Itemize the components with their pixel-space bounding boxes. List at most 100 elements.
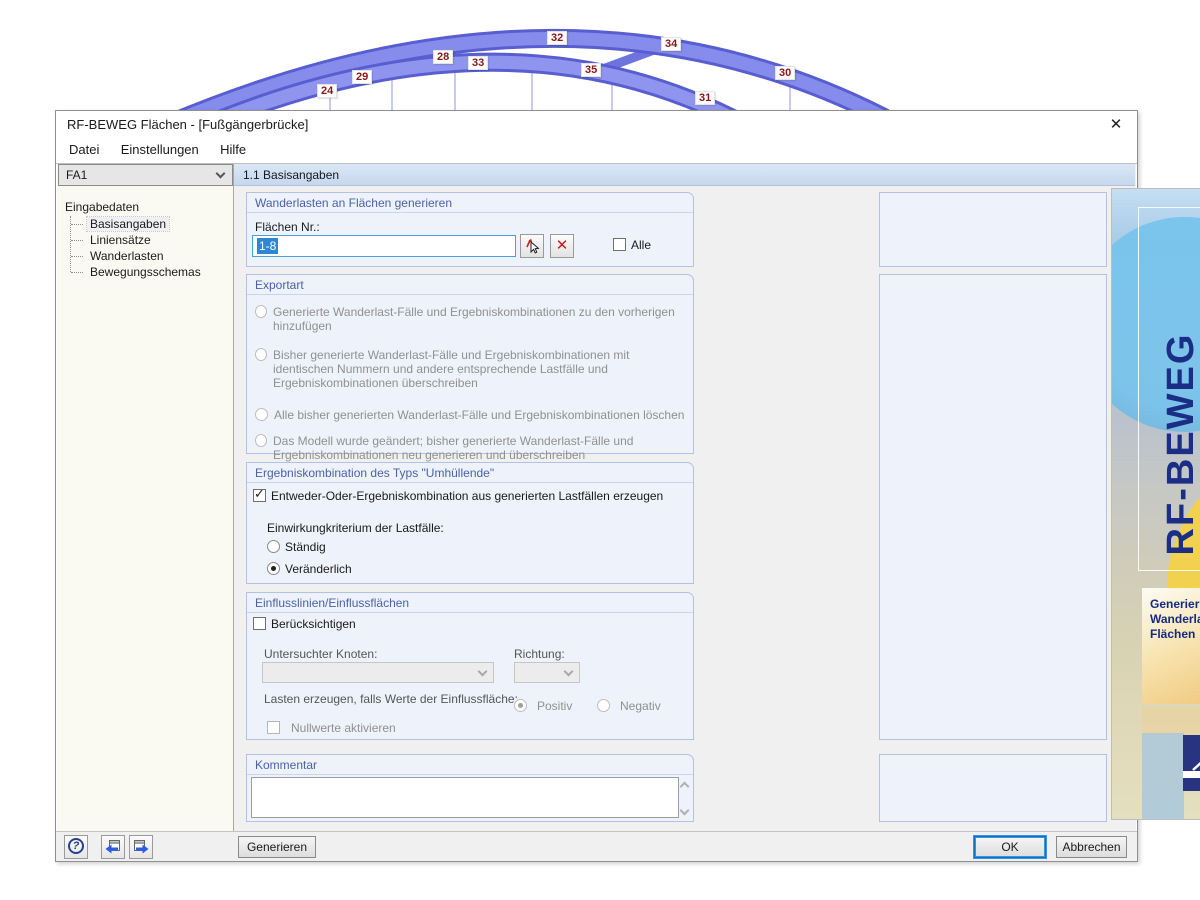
menubar: Datei Einstellungen Hilfe [56, 137, 1137, 163]
all-label: Alle [631, 238, 651, 252]
clear-surfaces-button[interactable]: ✕ [550, 234, 574, 258]
menu-datei[interactable]: Datei [60, 137, 108, 163]
envelope-checkbox-label: Entweder-Oder-Ergebniskombination aus ge… [271, 489, 663, 503]
window-title: RF-BEWEG Flächen - [Fußgängerbrücke] [67, 117, 308, 132]
option-positive: Positiv [514, 699, 572, 713]
tree-root-eingabedaten[interactable]: Eingabedaten [65, 198, 233, 216]
examined-node-dropdown [262, 662, 494, 683]
dialog-footer: ? Generieren OK Abbrechen [56, 831, 1137, 861]
node-label: 33 [468, 56, 488, 70]
export-option-regenerate: Das Modell wurde geändert; bisher generi… [255, 434, 685, 462]
menu-hilfe[interactable]: Hilfe [211, 137, 255, 163]
load-case-selector[interactable]: FA1 [58, 164, 233, 186]
group-envelope-combination: Ergebniskombination des Typs "Umhüllende… [246, 462, 694, 584]
criterion-option-variable[interactable]: Veränderlich [267, 562, 352, 576]
help-icon: ? [68, 838, 84, 854]
bridge-logo-icon [1183, 735, 1200, 791]
node-label: 30 [775, 66, 795, 80]
criterion-option-permanent[interactable]: Ständig [267, 540, 326, 554]
pick-surfaces-button[interactable] [520, 234, 544, 258]
dlubal-bridge-logo [1183, 735, 1200, 791]
product-name-vertical: RF-BEWEG Flächen [1155, 284, 1200, 604]
info-panel-bottom [879, 754, 1107, 822]
node-label: 35 [581, 63, 601, 77]
group-comment: Kommentar [246, 754, 694, 822]
group-export-type: Exportart Generierte Wanderlast-Fälle un… [246, 274, 694, 454]
radio-icon [597, 699, 610, 712]
surfaces-input-value: 1-8 [257, 238, 278, 254]
tree-item-basisangaben[interactable]: Basisangaben [70, 216, 233, 232]
tree-item-liniensaetze[interactable]: Liniensätze [70, 232, 233, 248]
criterion-label: Einwirkungkriterium der Lastfälle: [267, 521, 444, 535]
module-subtitle: Generierung von Wanderlasten auf Flächen [1142, 588, 1200, 704]
group-generate-surfaces: Wanderlasten an Flächen generieren Fläch… [246, 192, 694, 267]
navigation-tree: Eingabedaten Basisangaben Liniensätze Wa… [57, 194, 233, 831]
consider-checkbox-row[interactable]: Berücksichtigen [253, 617, 356, 631]
radio-icon [255, 305, 267, 318]
envelope-checkbox-row[interactable]: Entweder-Oder-Ergebniskombination aus ge… [253, 489, 663, 503]
next-screen-button[interactable] [129, 835, 153, 859]
decor-patch [1142, 733, 1184, 819]
generate-button[interactable]: Generieren [238, 836, 316, 858]
pick-cursor-icon [523, 237, 541, 255]
surfaces-input[interactable]: 1-8 [252, 235, 516, 257]
close-icon[interactable]: ✕ [1105, 114, 1127, 134]
group-title: Einflusslinien/Einflussflächen [247, 593, 693, 613]
red-x-icon: ✕ [556, 236, 569, 254]
previous-screen-button[interactable] [101, 835, 125, 859]
option-negative: Negativ [597, 699, 661, 713]
chevron-down-icon [564, 667, 574, 677]
chevron-down-icon [216, 169, 226, 179]
tree-item-wanderlasten[interactable]: Wanderlasten [70, 248, 233, 264]
surfaces-label: Flächen Nr.: [255, 220, 320, 234]
examined-node-label: Untersuchter Knoten: [264, 647, 377, 661]
arrow-right-window-icon [132, 838, 150, 856]
envelope-checkbox[interactable] [253, 489, 266, 502]
bridge-model-background: 24 29 28 33 32 35 34 30 31 [0, 0, 1200, 115]
scroll-down-icon [681, 807, 688, 814]
nullvalues-checkbox [267, 721, 280, 734]
scroll-up-icon [681, 783, 688, 790]
titlebar[interactable]: RF-BEWEG Flächen - [Fußgängerbrücke] ✕ [56, 111, 1137, 137]
group-title: Kommentar [247, 755, 693, 775]
node-label: 34 [661, 37, 681, 51]
main-area: 1.1 Basisangaben Wanderlasten an Flächen… [234, 164, 1136, 831]
node-label: 32 [547, 31, 567, 45]
info-panel-middle [879, 274, 1107, 740]
load-case-value: FA1 [66, 168, 87, 182]
info-panel-top [879, 192, 1107, 267]
section-header: 1.1 Basisangaben [234, 164, 1135, 186]
module-brand-panel: RF-BEWEG Flächen Generierung von Wanderl… [1111, 188, 1200, 820]
direction-label: Richtung: [514, 647, 565, 661]
bridge-arches-graphic [0, 0, 1200, 115]
group-title: Wanderlasten an Flächen generieren [247, 193, 693, 213]
navigator-panel: FA1 Eingabedaten Basisangaben Liniensätz… [57, 164, 234, 831]
all-surfaces-option[interactable]: Alle [613, 238, 651, 252]
radio-icon [255, 434, 267, 447]
node-label: 24 [317, 84, 337, 98]
consider-checkbox[interactable] [253, 617, 266, 630]
cancel-button[interactable]: Abbrechen [1056, 836, 1127, 858]
node-label: 31 [695, 91, 715, 105]
arrow-left-window-icon [104, 838, 122, 856]
radio-icon [255, 408, 268, 421]
menu-einstellungen[interactable]: Einstellungen [112, 137, 208, 163]
all-checkbox[interactable] [613, 238, 626, 251]
comment-textarea[interactable] [251, 777, 679, 818]
condition-label: Lasten erzeugen, falls Werte der Einflus… [264, 692, 518, 706]
chevron-down-icon [478, 667, 488, 677]
radio-icon [255, 348, 267, 361]
consider-label: Berücksichtigen [271, 617, 356, 631]
rf-beweg-dialog: RF-BEWEG Flächen - [Fußgängerbrücke] ✕ D… [55, 110, 1138, 862]
radio-icon[interactable] [267, 540, 280, 553]
ok-button[interactable]: OK [974, 836, 1046, 858]
group-influence-lines: Einflusslinien/Einflussflächen Berücksic… [246, 592, 694, 740]
export-option-delete-all: Alle bisher generierten Wanderlast-Fälle… [255, 408, 685, 422]
export-option-add: Generierte Wanderlast-Fälle und Ergebnis… [255, 305, 685, 333]
tree-item-bewegungsschemas[interactable]: Bewegungsschemas [70, 264, 233, 280]
info-panels [879, 192, 1107, 832]
help-button[interactable]: ? [64, 835, 88, 859]
input-groups: Wanderlasten an Flächen generieren Fläch… [246, 192, 694, 832]
radio-selected-icon[interactable] [267, 562, 280, 575]
node-label: 29 [352, 70, 372, 84]
